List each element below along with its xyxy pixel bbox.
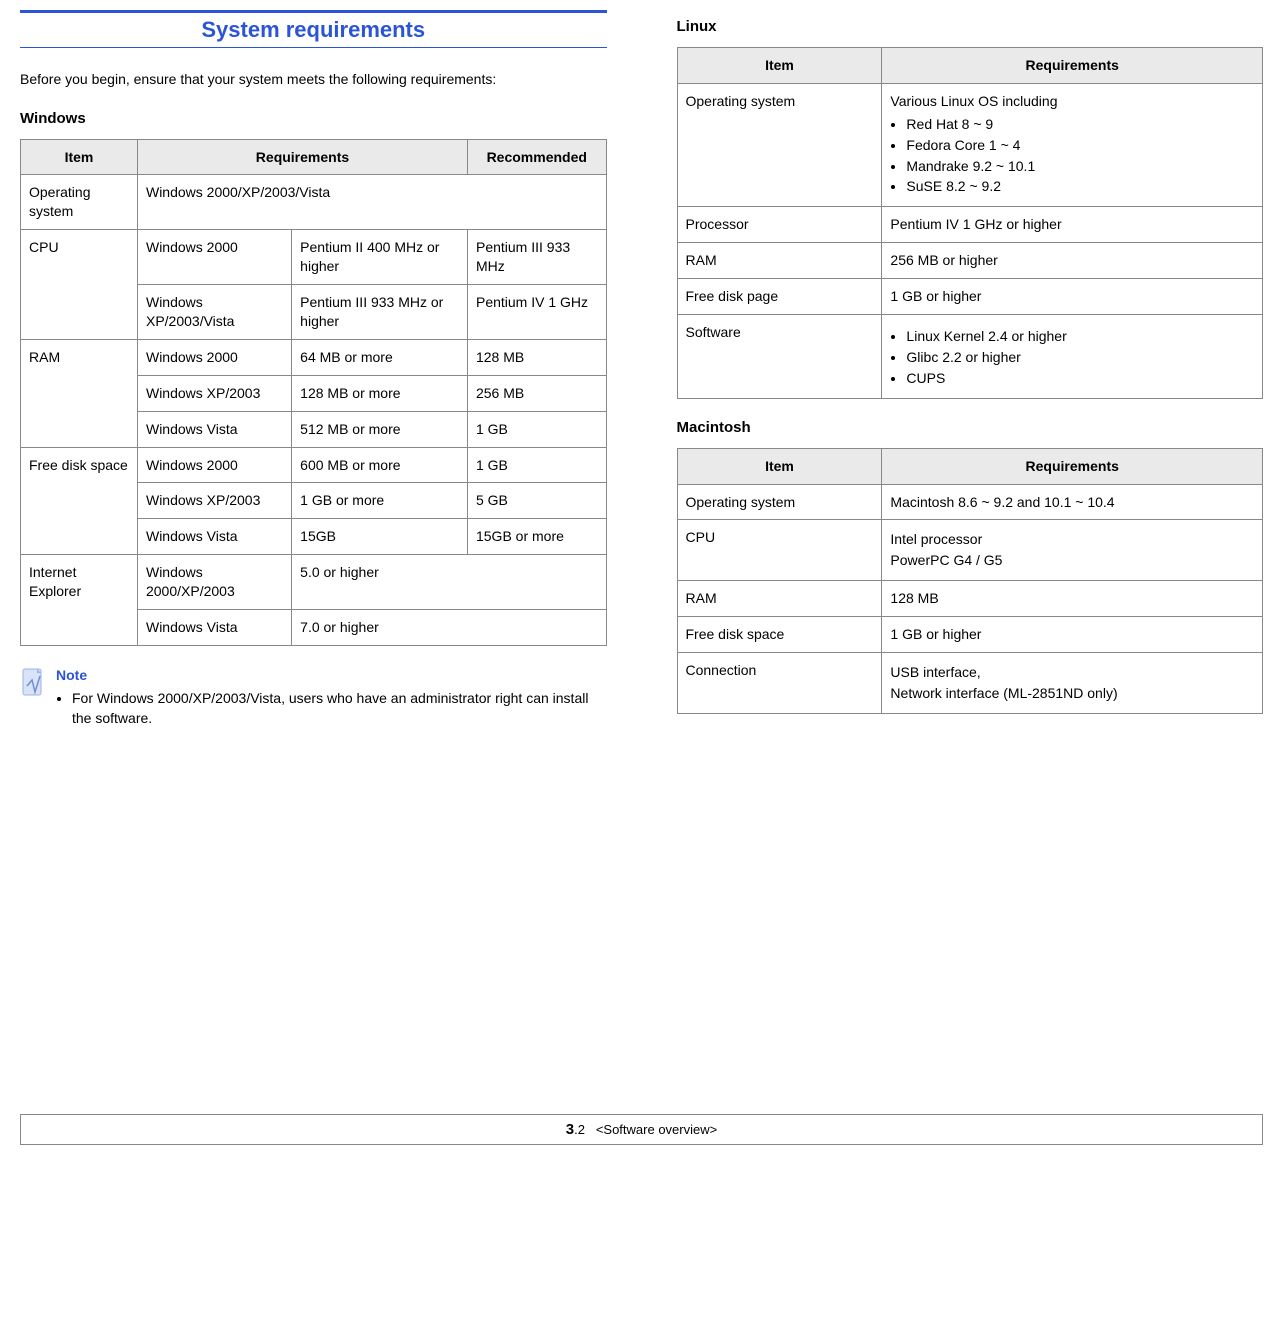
table-cell: 128 MB or more xyxy=(292,375,468,411)
table-cell: RAM xyxy=(21,339,138,447)
table-cell: Pentium III 933 MHz or higher xyxy=(292,285,468,340)
table-cell: Various Linux OS including Red Hat 8 ~ 9… xyxy=(882,83,1263,206)
table-cell: 256 MB or higher xyxy=(882,243,1263,279)
table-cell: Operating system xyxy=(677,83,882,206)
intro-text: Before you begin, ensure that your syste… xyxy=(20,70,607,90)
note-bullet: For Windows 2000/XP/2003/Vista, users wh… xyxy=(72,689,607,728)
windows-table: Item Requirements Recommended Operating … xyxy=(20,139,607,646)
table-cell: 600 MB or more xyxy=(292,447,468,483)
table-cell: Pentium III 933 MHz xyxy=(467,230,606,285)
footer-label: <Software overview> xyxy=(596,1122,717,1137)
list-item: Fedora Core 1 ~ 4 xyxy=(906,136,1254,155)
th-item: Item xyxy=(677,448,882,484)
footer-chapter: 3 xyxy=(566,1121,574,1138)
footer-page: .2 xyxy=(574,1122,585,1137)
table-cell: USB interface, Network interface (ML-285… xyxy=(882,653,1263,714)
table-cell: Windows Vista xyxy=(137,519,291,555)
conn-line1: USB interface, xyxy=(890,663,1254,682)
table-cell: Pentium II 400 MHz or higher xyxy=(292,230,468,285)
table-cell: Windows 2000 xyxy=(137,447,291,483)
list-item: Linux Kernel 2.4 or higher xyxy=(906,327,1254,346)
list-item: Glibc 2.2 or higher xyxy=(906,348,1254,367)
table-cell: Windows Vista xyxy=(137,411,291,447)
th-requirements: Requirements xyxy=(882,48,1263,84)
table-cell: 256 MB xyxy=(467,375,606,411)
table-cell: 1 GB or higher xyxy=(882,617,1263,653)
th-recommended: Recommended xyxy=(467,139,606,175)
table-cell: 15GB xyxy=(292,519,468,555)
table-cell: 5.0 or higher xyxy=(292,555,606,610)
table-cell: Free disk space xyxy=(21,447,138,555)
table-cell: 1 GB xyxy=(467,411,606,447)
list-item: Mandrake 9.2 ~ 10.1 xyxy=(906,157,1254,176)
linux-os-intro: Various Linux OS including xyxy=(890,93,1057,109)
table-cell: Windows 2000 xyxy=(137,339,291,375)
table-cell: 64 MB or more xyxy=(292,339,468,375)
table-cell: Linux Kernel 2.4 or higher Glibc 2.2 or … xyxy=(882,315,1263,399)
table-cell: CPU xyxy=(21,230,138,340)
note-icon xyxy=(20,666,48,702)
table-cell: Windows Vista xyxy=(137,609,291,645)
table-cell: Free disk space xyxy=(677,617,882,653)
table-cell: CPU xyxy=(677,520,882,581)
table-cell: Pentium IV 1 GHz xyxy=(467,285,606,340)
table-cell: 512 MB or more xyxy=(292,411,468,447)
list-item: SuSE 8.2 ~ 9.2 xyxy=(906,177,1254,196)
linux-table: Item Requirements Operating system Vario… xyxy=(677,47,1264,399)
list-item: CUPS xyxy=(906,369,1254,388)
th-item: Item xyxy=(21,139,138,175)
table-cell: 15GB or more xyxy=(467,519,606,555)
table-cell: Operating system xyxy=(21,175,138,230)
table-cell: Intel processor PowerPC G4 / G5 xyxy=(882,520,1263,581)
macintosh-table: Item Requirements Operating system Macin… xyxy=(677,448,1264,714)
table-cell: Windows 2000 xyxy=(137,230,291,285)
table-cell: Software xyxy=(677,315,882,399)
table-cell: 128 MB xyxy=(882,581,1263,617)
table-cell: 1 GB xyxy=(467,447,606,483)
table-cell: RAM xyxy=(677,581,882,617)
table-cell: Windows XP/2003 xyxy=(137,483,291,519)
th-requirements: Requirements xyxy=(882,448,1263,484)
table-cell: Connection xyxy=(677,653,882,714)
table-cell: 128 MB xyxy=(467,339,606,375)
table-cell: Windows 2000/XP/2003/Vista xyxy=(137,175,606,230)
table-cell: 1 GB or more xyxy=(292,483,468,519)
windows-heading: Windows xyxy=(20,110,607,127)
table-cell: 5 GB xyxy=(467,483,606,519)
cpu-line1: Intel processor xyxy=(890,530,1254,549)
note-block: Note For Windows 2000/XP/2003/Vista, use… xyxy=(20,666,607,731)
list-item: Red Hat 8 ~ 9 xyxy=(906,115,1254,134)
table-cell: 1 GB or higher xyxy=(882,279,1263,315)
cpu-line2: PowerPC G4 / G5 xyxy=(890,551,1254,570)
th-item: Item xyxy=(677,48,882,84)
note-title: Note xyxy=(56,667,87,683)
table-cell: Internet Explorer xyxy=(21,555,138,646)
macintosh-heading: Macintosh xyxy=(677,419,1264,436)
table-cell: Windows 2000/XP/2003 xyxy=(137,555,291,610)
table-cell: Processor xyxy=(677,207,882,243)
table-cell: Free disk page xyxy=(677,279,882,315)
section-title: System requirements xyxy=(20,10,607,48)
conn-line2: Network interface (ML-2851ND only) xyxy=(890,684,1254,703)
table-cell: 7.0 or higher xyxy=(292,609,606,645)
table-cell: Macintosh 8.6 ~ 9.2 and 10.1 ~ 10.4 xyxy=(882,484,1263,520)
linux-heading: Linux xyxy=(677,18,1264,35)
table-cell: Windows XP/2003 xyxy=(137,375,291,411)
th-requirements: Requirements xyxy=(137,139,467,175)
table-cell: Operating system xyxy=(677,484,882,520)
table-cell: Windows XP/2003/Vista xyxy=(137,285,291,340)
table-cell: Pentium IV 1 GHz or higher xyxy=(882,207,1263,243)
page-footer: 3.2 <Software overview> xyxy=(20,1114,1263,1145)
table-cell: RAM xyxy=(677,243,882,279)
